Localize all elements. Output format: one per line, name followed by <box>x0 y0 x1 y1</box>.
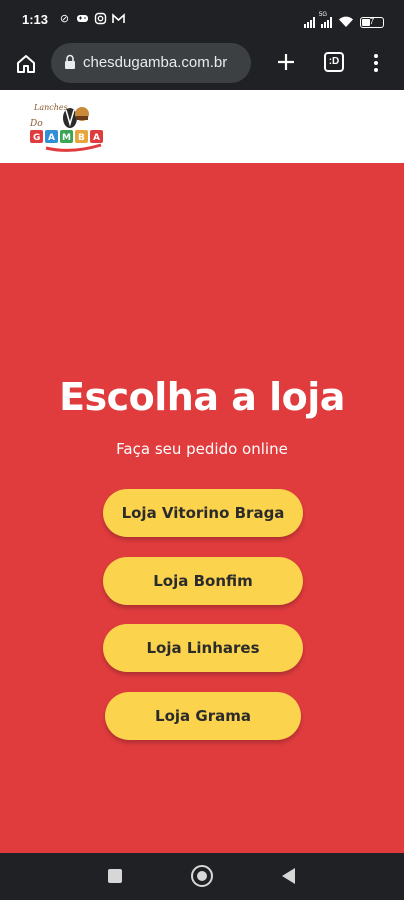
battery-level: 7 <box>369 17 375 26</box>
new-tab-icon[interactable] <box>274 50 298 74</box>
notification-icons: ⊘ <box>58 12 125 25</box>
system-icons: 5G 7 <box>304 12 384 32</box>
system-navigation-bar <box>0 853 404 900</box>
page-subtitle: Faça seu pedido online <box>116 440 288 458</box>
url-text[interactable]: chesdugamba.com.br <box>83 54 247 71</box>
home-icon[interactable] <box>14 52 38 76</box>
svg-text:A: A <box>93 133 100 143</box>
wifi-icon <box>338 13 354 32</box>
status-bar: 1:13 ⊘ 5G 7 <box>0 0 404 40</box>
home-icon[interactable] <box>191 865 213 887</box>
site-header: Lanches Do G A M B A <box>0 90 404 163</box>
gmail-icon <box>112 12 125 25</box>
signal-5g-icon: 5G <box>319 12 332 28</box>
recent-apps-icon[interactable] <box>108 869 122 883</box>
lock-icon[interactable] <box>64 54 76 70</box>
signal-icon <box>304 17 315 28</box>
more-options-icon[interactable] <box>368 52 384 74</box>
do-not-disturb-icon: ⊘ <box>59 12 70 25</box>
store-selection-section: Escolha a loja Faça seu pedido online Lo… <box>0 163 404 853</box>
network-label: 5G <box>319 12 328 18</box>
browser-toolbar: chesdugamba.com.br :D <box>0 40 404 90</box>
tab-switcher-button[interactable]: :D <box>324 52 344 72</box>
store-button-vitorino-braga[interactable]: Loja Vitorino Braga <box>103 489 303 537</box>
instagram-icon <box>94 12 107 25</box>
store-button-bonfim[interactable]: Loja Bonfim <box>103 557 303 605</box>
svg-text:B: B <box>78 133 85 143</box>
svg-text:M: M <box>62 133 71 143</box>
store-button-grama[interactable]: Loja Grama <box>105 692 301 740</box>
status-time: 1:13 <box>22 12 49 27</box>
svg-text:Do: Do <box>29 119 43 129</box>
game-controller-icon <box>76 12 89 25</box>
address-bar[interactable]: chesdugamba.com.br <box>51 43 251 83</box>
back-icon[interactable] <box>282 868 295 884</box>
battery-icon: 7 <box>360 17 384 28</box>
svg-text:A: A <box>48 133 55 143</box>
page-title: Escolha a loja <box>59 375 345 419</box>
site-logo[interactable]: Lanches Do G A M B A <box>26 96 106 156</box>
svg-text:G: G <box>33 133 40 143</box>
svg-text:Lanches: Lanches <box>33 103 68 112</box>
store-button-linhares[interactable]: Loja Linhares <box>103 624 303 672</box>
